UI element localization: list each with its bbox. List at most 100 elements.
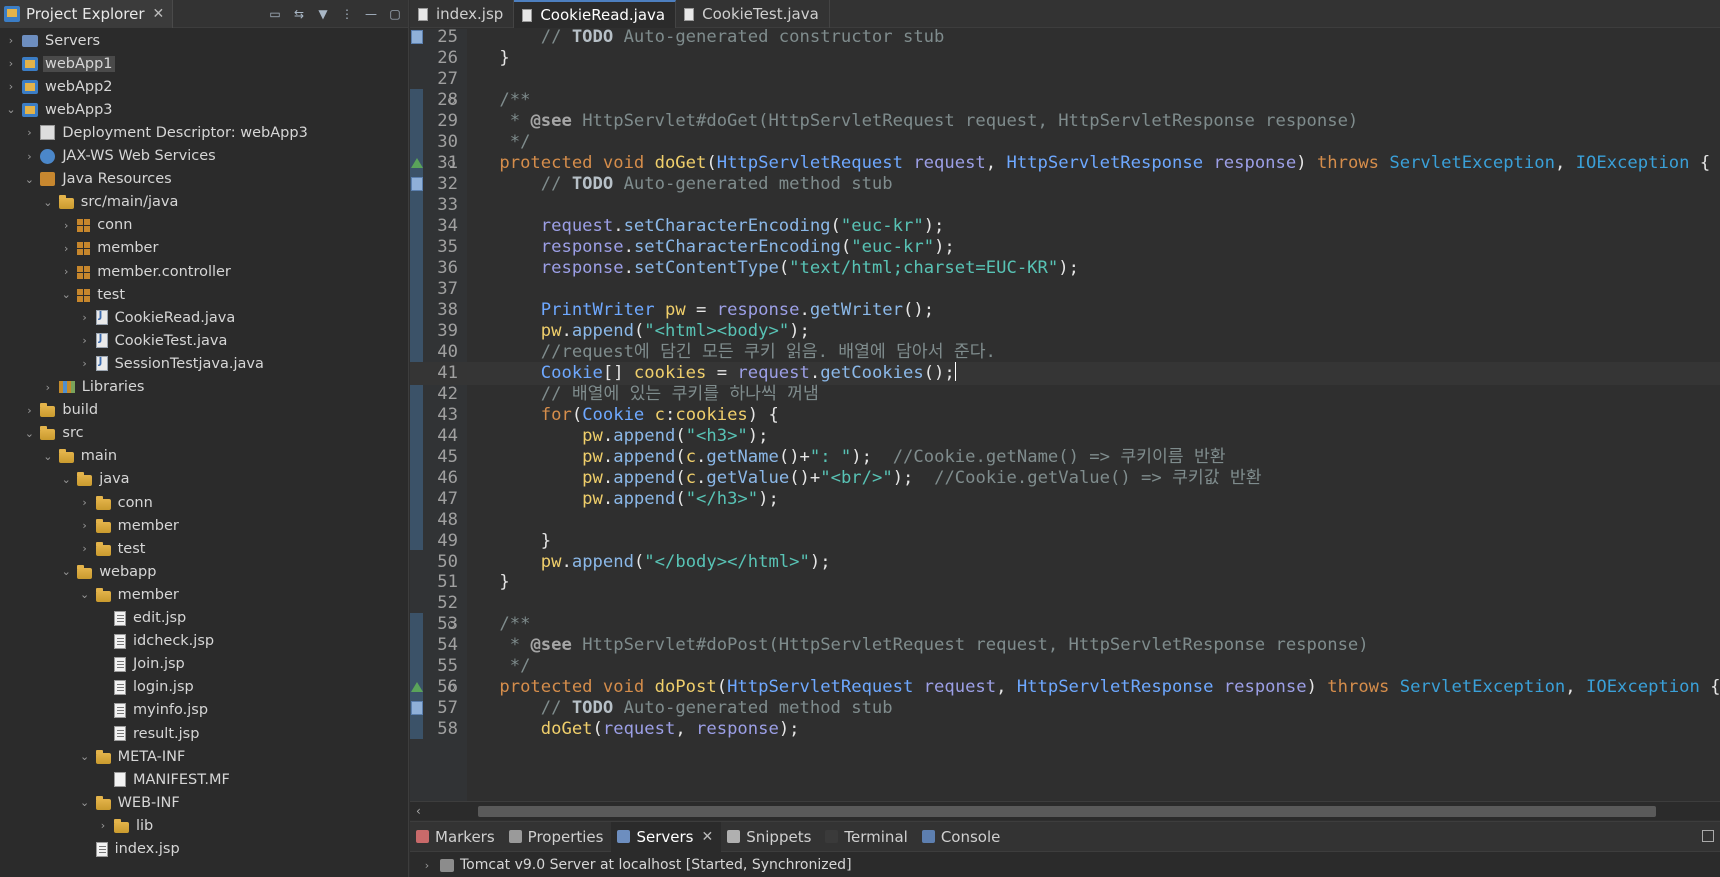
chevron-right-icon[interactable]: › <box>22 149 36 163</box>
code-line[interactable]: 42 // 배열에 있는 쿠키를 하나씩 꺼냄 <box>410 383 1720 406</box>
chevron-right-icon[interactable]: › <box>96 819 110 833</box>
bottom-tab-terminal[interactable]: Terminal <box>819 822 915 852</box>
chevron-right-icon[interactable]: › <box>78 519 92 533</box>
tree-item[interactable]: result.jsp <box>0 722 408 745</box>
tree-item[interactable]: MANIFEST.MF <box>0 768 408 791</box>
tree-item[interactable]: ⌄ webapp <box>0 560 408 583</box>
tree-item[interactable]: idcheck.jsp <box>0 630 408 653</box>
tree-item[interactable]: › build <box>0 399 408 422</box>
tree-item[interactable]: login.jsp <box>0 676 408 699</box>
chevron-right-icon[interactable]: › <box>78 334 92 348</box>
chevron-down-icon[interactable]: ⌄ <box>59 288 73 302</box>
chevron-down-icon[interactable]: ⌄ <box>22 172 36 186</box>
code-line[interactable]: 48 <box>410 509 1720 532</box>
bottom-tab-snippets[interactable]: Snippets <box>721 822 819 852</box>
chevron-down-icon[interactable]: ⌄ <box>4 103 18 117</box>
chevron-right-icon[interactable]: › <box>59 218 73 232</box>
code-line[interactable]: 55 */ <box>410 655 1720 678</box>
code-line[interactable]: 53 /** <box>410 613 1720 636</box>
bottom-tab-servers[interactable]: Servers ✕ <box>611 821 722 852</box>
chevron-right-icon[interactable]: › <box>59 241 73 255</box>
tree-item[interactable]: edit.jsp <box>0 607 408 630</box>
tree-item[interactable]: › conn <box>0 491 408 514</box>
scroll-left-icon[interactable]: ‹ <box>416 802 421 820</box>
tree-item[interactable]: › lib <box>0 814 408 837</box>
chevron-down-icon[interactable]: ⌄ <box>78 750 92 764</box>
tree-item[interactable]: › member <box>0 237 408 260</box>
editor-tab[interactable]: CookieTest.java <box>676 0 830 28</box>
code-line[interactable]: 33 <box>410 194 1720 217</box>
chevron-right-icon[interactable]: › <box>41 380 55 394</box>
tree-item[interactable]: ⌄ java <box>0 468 408 491</box>
tree-item[interactable]: ⌄ Java Resources <box>0 168 408 191</box>
tree-item[interactable]: myinfo.jsp <box>0 699 408 722</box>
tree-item[interactable]: › conn <box>0 214 408 237</box>
fold-toggle-icon[interactable] <box>448 159 455 167</box>
code-line[interactable]: 40 //request에 담긴 모든 쿠키 읽음. 배열에 담아서 준다. <box>410 341 1720 364</box>
chevron-right-icon[interactable]: › <box>420 858 434 872</box>
code-line[interactable]: 41 Cookie[] cookies = request.getCookies… <box>410 361 1720 385</box>
code-line[interactable]: 46 pw.append(c.getValue()+"<br/>"); //Co… <box>410 467 1720 490</box>
code-line[interactable]: 39 pw.append("<html><body>"); <box>410 320 1720 343</box>
code-line[interactable]: 58 doGet(request, response); <box>410 718 1720 741</box>
code-line[interactable]: 54 * @see HttpServlet#doPost(HttpServlet… <box>410 634 1720 657</box>
code-line[interactable]: 31 protected void doGet(HttpServletReque… <box>410 152 1720 175</box>
fold-toggle-icon[interactable] <box>448 96 455 104</box>
chevron-down-icon[interactable]: ⌄ <box>41 449 55 463</box>
minimize-icon[interactable] <box>1702 830 1714 842</box>
tree-item[interactable]: index.jsp <box>0 838 408 861</box>
chevron-down-icon[interactable]: ⌄ <box>41 195 55 209</box>
chevron-right-icon[interactable]: › <box>4 80 18 94</box>
chevron-right-icon[interactable]: › <box>59 265 73 279</box>
tree-item[interactable]: › Libraries <box>0 376 408 399</box>
view-menu-icon[interactable]: ⋮ <box>340 7 354 21</box>
editor-tab[interactable]: CookieRead.java <box>514 0 677 28</box>
code-editor[interactable]: 25 // TODO Auto-generated constructor st… <box>410 29 1720 801</box>
code-line[interactable]: 30 */ <box>410 131 1720 154</box>
tree-item[interactable]: ⌄ member <box>0 583 408 606</box>
project-explorer-tab[interactable]: Project Explorer ✕ <box>0 0 174 28</box>
close-icon[interactable]: ✕ <box>153 6 165 22</box>
code-line[interactable]: 37 <box>410 278 1720 301</box>
chevron-down-icon[interactable]: ⌄ <box>59 565 73 579</box>
tree-item[interactable]: ⌄ src <box>0 422 408 445</box>
tree-item[interactable]: › webApp1 <box>0 52 408 75</box>
tree-item[interactable]: › SessionTestjava.java <box>0 352 408 375</box>
code-line[interactable]: 34 request.setCharacterEncoding("euc-kr"… <box>410 215 1720 238</box>
code-line[interactable]: 49 } <box>410 530 1720 553</box>
horizontal-scrollbar[interactable]: ‹ <box>410 801 1720 820</box>
tree-item[interactable]: ⌄ src/main/java <box>0 191 408 214</box>
chevron-right-icon[interactable]: › <box>4 57 18 71</box>
chevron-down-icon[interactable]: ⌄ <box>22 426 36 440</box>
tree-item[interactable]: › CookieTest.java <box>0 329 408 352</box>
code-line[interactable]: 52 <box>410 592 1720 615</box>
collapse-all-icon[interactable]: ▭ <box>268 7 282 21</box>
link-editor-icon[interactable]: ⇆ <box>292 7 306 21</box>
chevron-down-icon[interactable]: ⌄ <box>78 796 92 810</box>
tree-item[interactable]: › member.controller <box>0 260 408 283</box>
code-line[interactable]: 50 pw.append("</body></html>"); <box>410 551 1720 574</box>
server-entry[interactable]: › Tomcat v9.0 Server at localhost [Start… <box>410 852 1720 877</box>
minimize-icon[interactable]: — <box>364 7 378 21</box>
code-line[interactable]: 57 // TODO Auto-generated method stub <box>410 697 1720 720</box>
bottom-tab-markers[interactable]: Markers <box>410 822 503 852</box>
code-line[interactable]: 36 response.setContentType("text/html;ch… <box>410 257 1720 280</box>
chevron-down-icon[interactable]: ⌄ <box>78 588 92 602</box>
maximize-icon[interactable]: ▢ <box>388 7 402 21</box>
chevron-right-icon[interactable]: › <box>22 126 36 140</box>
chevron-right-icon[interactable]: › <box>4 34 18 48</box>
tree-item[interactable]: › test <box>0 537 408 560</box>
tree-item[interactable]: Join.jsp <box>0 653 408 676</box>
code-line[interactable]: 35 response.setCharacterEncoding("euc-kr… <box>410 236 1720 259</box>
tree-item[interactable]: › member <box>0 514 408 537</box>
tree-item[interactable]: ⌄ main <box>0 445 408 468</box>
code-line[interactable]: 29 * @see HttpServlet#doGet(HttpServletR… <box>410 110 1720 133</box>
tree-item[interactable]: ⌄ WEB-INF <box>0 791 408 814</box>
editor-tab[interactable]: index.jsp <box>410 0 515 28</box>
code-line[interactable]: 28 /** <box>410 89 1720 112</box>
chevron-right-icon[interactable]: › <box>78 542 92 556</box>
tree-item[interactable]: › JAX-WS Web Services <box>0 145 408 168</box>
scrollbar-thumb[interactable] <box>478 806 1656 817</box>
chevron-right-icon[interactable]: › <box>22 403 36 417</box>
code-line[interactable]: 47 pw.append("</h3>"); <box>410 488 1720 511</box>
